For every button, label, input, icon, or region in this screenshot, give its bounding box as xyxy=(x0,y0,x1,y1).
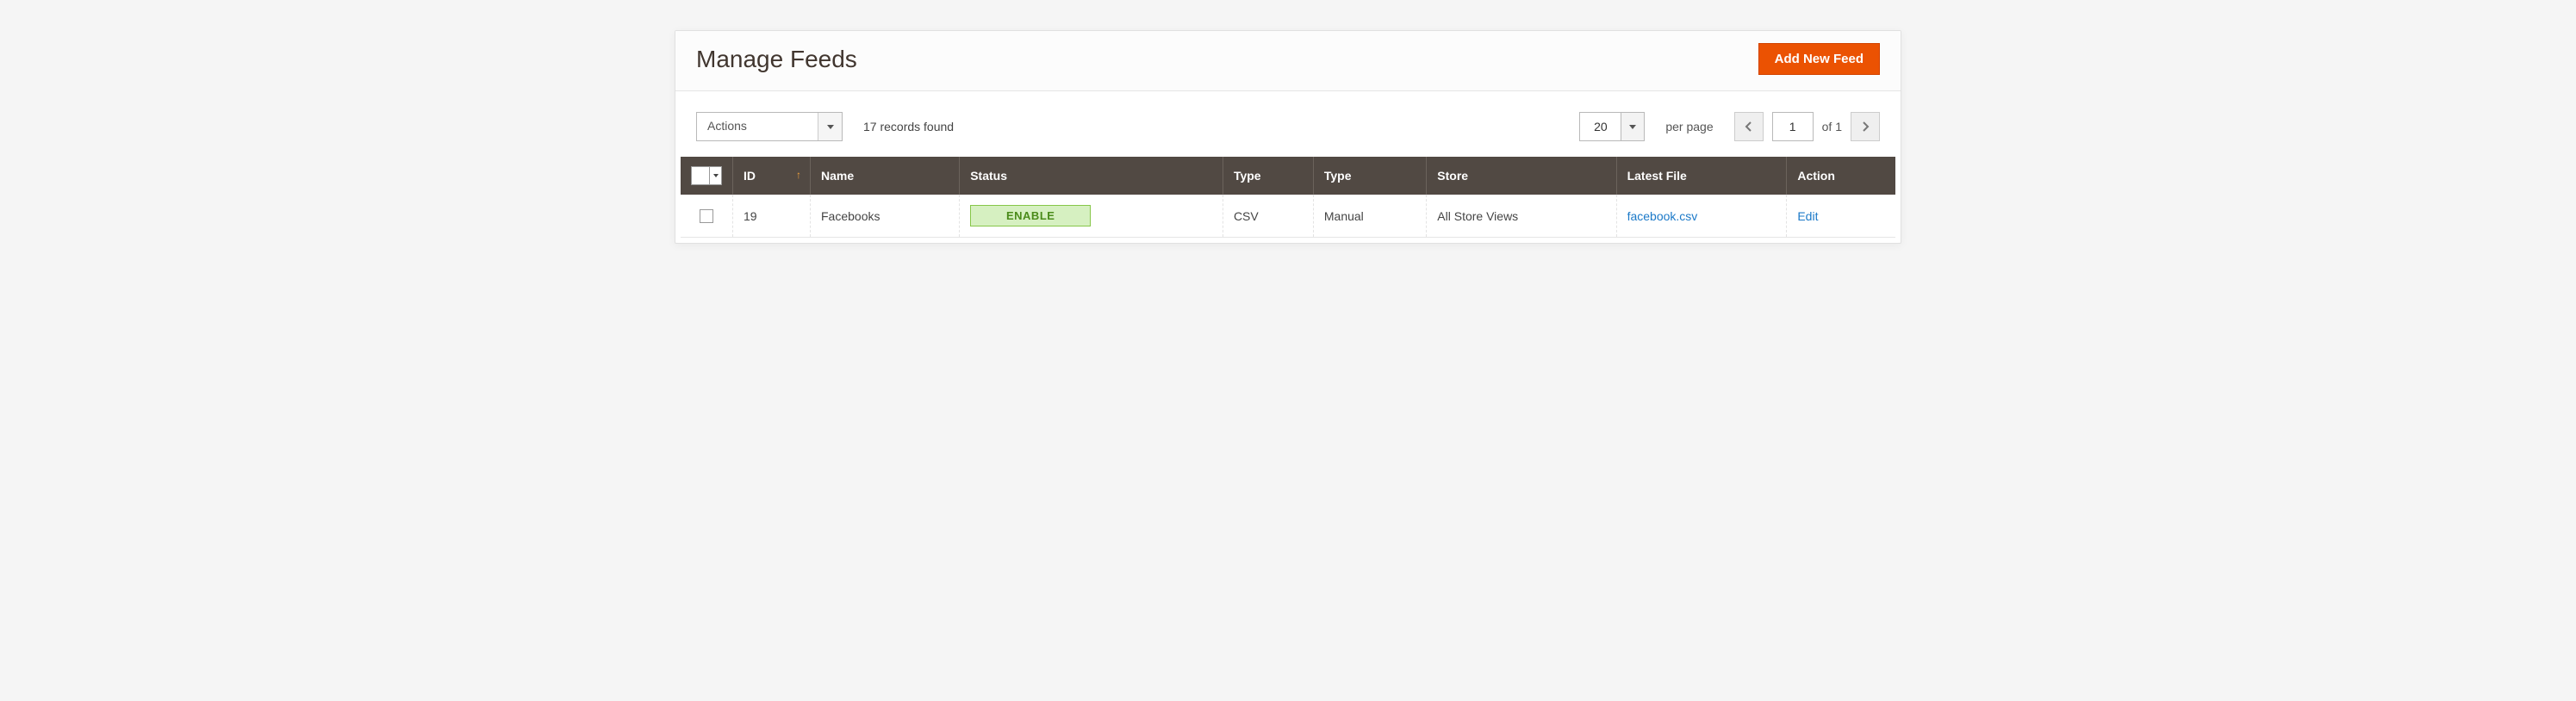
toolbar-upper: ▾ Filters ◉ Default View ✱ Columns ⭱ Exp… xyxy=(675,91,1901,98)
page-size-select[interactable] xyxy=(1579,112,1645,141)
page-size-toggle[interactable] xyxy=(1621,112,1645,141)
sort-asc-icon: ↑ xyxy=(796,169,801,181)
feeds-panel: Manage Feeds Add New Feed ▾ Filters ◉ De… xyxy=(675,30,1901,244)
controls-row: Actions 17 records found per page of 1 xyxy=(675,98,1901,157)
col-type2[interactable]: Type xyxy=(1313,157,1426,195)
actions-select-toggle[interactable] xyxy=(818,113,842,140)
caret-down-icon xyxy=(827,125,834,129)
select-all-checkbox[interactable] xyxy=(691,166,722,185)
chevron-left-icon xyxy=(1745,121,1753,132)
add-new-feed-button[interactable]: Add New Feed xyxy=(1758,43,1880,75)
col-latest-file[interactable]: Latest File xyxy=(1616,157,1787,195)
col-status[interactable]: Status xyxy=(960,157,1223,195)
col-store[interactable]: Store xyxy=(1427,157,1616,195)
cell-latest-file: facebook.csv xyxy=(1616,195,1787,238)
actions-select[interactable]: Actions xyxy=(696,112,843,141)
col-name[interactable]: Name xyxy=(811,157,960,195)
chevron-right-icon xyxy=(1861,121,1870,132)
caret-down-icon xyxy=(713,174,719,177)
table-row[interactable]: 19 Facebooks ENABLE CSV Manual All Store… xyxy=(681,195,1895,238)
of-pages-label: of 1 xyxy=(1822,120,1842,133)
col-action: Action xyxy=(1787,157,1895,195)
caret-down-icon xyxy=(1629,125,1636,129)
col-checkbox xyxy=(681,157,733,195)
cell-type1: CSV xyxy=(1223,195,1313,238)
row-checkbox-cell xyxy=(681,195,733,238)
select-all-dropdown[interactable] xyxy=(709,167,721,184)
status-badge: ENABLE xyxy=(970,205,1091,226)
actions-select-label: Actions xyxy=(697,113,818,140)
next-page-button[interactable] xyxy=(1851,112,1880,141)
page-number-input[interactable] xyxy=(1772,112,1814,141)
table-header-row: ID ↑ Name Status Type Type Store Latest … xyxy=(681,157,1895,195)
edit-link[interactable]: Edit xyxy=(1797,209,1818,223)
latest-file-link[interactable]: facebook.csv xyxy=(1627,209,1698,223)
panel-header: Manage Feeds Add New Feed xyxy=(675,31,1901,91)
page-title: Manage Feeds xyxy=(696,46,857,73)
cell-name: Facebooks xyxy=(811,195,960,238)
cell-action: Edit xyxy=(1787,195,1895,238)
row-checkbox[interactable] xyxy=(700,209,713,223)
cell-id: 19 xyxy=(733,195,811,238)
feeds-table: ID ↑ Name Status Type Type Store Latest … xyxy=(681,157,1895,238)
col-type1[interactable]: Type xyxy=(1223,157,1313,195)
cell-status: ENABLE xyxy=(960,195,1223,238)
prev-page-button[interactable] xyxy=(1734,112,1764,141)
checkbox-icon xyxy=(694,169,707,183)
per-page-label: per page xyxy=(1665,120,1713,133)
cell-store: All Store Views xyxy=(1427,195,1616,238)
records-found: 17 records found xyxy=(863,120,954,133)
pager: of 1 xyxy=(1734,112,1880,141)
col-id-label: ID xyxy=(744,169,756,183)
page-size-input[interactable] xyxy=(1579,112,1621,141)
cell-type2: Manual xyxy=(1313,195,1426,238)
col-id[interactable]: ID ↑ xyxy=(733,157,811,195)
